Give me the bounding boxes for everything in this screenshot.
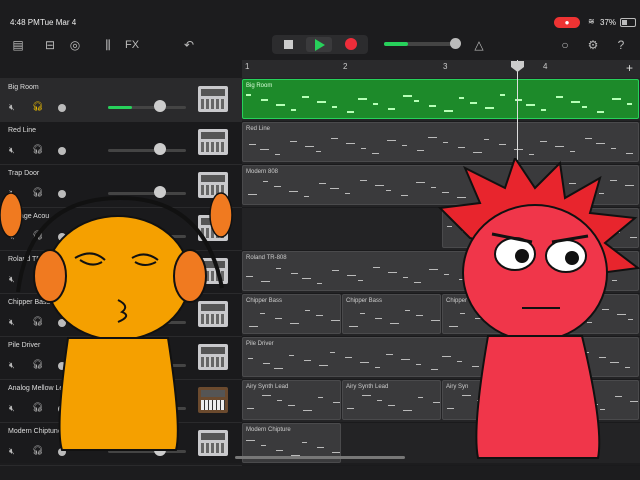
audio-region[interactable]: Red Line	[242, 122, 639, 162]
region-label: Modern Chipture	[246, 427, 291, 433]
midi-notes	[346, 395, 440, 415]
track-name: Big Room	[8, 84, 39, 91]
track-header[interactable]: Red Line 🔇︎ 🎧︎	[0, 121, 242, 165]
battery-icon	[620, 18, 636, 27]
mute-icon[interactable]: 🔇︎	[9, 145, 15, 156]
audio-region[interactable]: Airy Synth Lead	[342, 380, 441, 420]
orange-headphone-character	[0, 192, 233, 451]
solo-headphones-icon[interactable]: 🎧︎	[32, 101, 43, 112]
view-toggle-icon[interactable]: ⊟	[38, 36, 62, 54]
home-indicator	[235, 456, 405, 459]
loop-icon[interactable]: ○	[556, 36, 574, 54]
record-enable-dot[interactable]	[58, 104, 66, 112]
add-section-button[interactable]: +	[626, 61, 633, 75]
region-label: Big Room	[246, 83, 273, 89]
ruler-mark: 3	[443, 62, 448, 71]
instrument-icon[interactable]	[198, 86, 228, 112]
region-label: Modern 808	[246, 169, 279, 175]
status-time: 4:48 PM	[10, 18, 40, 27]
metronome-icon[interactable]: △	[470, 36, 488, 54]
region-label: Chipper Bass	[346, 298, 383, 304]
mute-icon[interactable]: 🔇︎	[9, 102, 15, 113]
garageband-window: 4:48 PM Tue Mar 4 ● ≋ 37% ▤ ⊟ ◎ ⫼ FX ↶ △…	[0, 0, 640, 480]
play-icon	[315, 39, 325, 51]
settings-icon[interactable]: ⚙	[584, 36, 602, 54]
track-name: Trap Door	[8, 170, 40, 177]
status-bar: 4:48 PM Tue Mar 4 ● ≋ 37%	[0, 13, 640, 33]
audio-region[interactable]: Big Room	[242, 79, 639, 119]
loop-browser-icon[interactable]: ◎	[66, 36, 84, 54]
undo-icon[interactable]: ↶	[180, 36, 198, 54]
track-lane[interactable]: Big Room	[242, 78, 640, 122]
track-header[interactable]: Big Room 🔇︎ 🎧︎	[0, 78, 242, 122]
master-volume-knob[interactable]	[450, 38, 461, 49]
battery-percent: 37%	[600, 18, 617, 27]
instrument-icon[interactable]	[198, 129, 228, 155]
solo-headphones-icon[interactable]: 🎧︎	[32, 144, 43, 155]
status-date: Tue Mar 4	[40, 18, 77, 27]
record-icon	[345, 38, 357, 50]
audio-region[interactable]: Chipper Bass	[342, 294, 441, 334]
ruler-mark: 2	[343, 62, 348, 71]
wifi-icon: ≋	[588, 17, 595, 26]
region-label: Red Line	[246, 126, 271, 132]
transport-controls	[272, 35, 368, 54]
fx-button[interactable]: FX	[122, 36, 142, 54]
midi-notes	[346, 309, 440, 329]
master-volume-slider[interactable]	[384, 42, 456, 46]
play-button[interactable]	[306, 37, 332, 52]
midi-notes	[246, 137, 635, 157]
screen-record-icon[interactable]: ●	[554, 17, 580, 28]
track-volume-knob[interactable]	[154, 143, 166, 155]
record-button[interactable]	[338, 37, 364, 52]
stop-icon	[284, 40, 293, 49]
region-label: Airy Synth Lead	[246, 384, 289, 390]
midi-notes	[246, 438, 340, 458]
record-enable-dot[interactable]	[58, 147, 66, 155]
red-spiky-character	[437, 158, 640, 459]
audio-region[interactable]: Chipper Bass	[242, 294, 341, 334]
midi-notes	[246, 309, 340, 329]
ruler-mark: 1	[245, 62, 250, 71]
track-name: Red Line	[8, 127, 37, 134]
region-label: Roland TR-808	[246, 255, 287, 261]
midi-notes	[246, 94, 635, 114]
stop-button[interactable]	[276, 37, 302, 52]
mixer-icon[interactable]: ⫼	[98, 36, 118, 54]
track-volume-slider[interactable]	[108, 106, 186, 109]
track-volume-knob[interactable]	[154, 100, 166, 112]
document-icon[interactable]: ▤	[10, 36, 26, 54]
midi-notes	[246, 395, 340, 415]
help-icon[interactable]: ?	[612, 36, 630, 54]
region-label: Chipper Bass	[246, 298, 283, 304]
region-label: Airy Synth Lead	[346, 384, 389, 390]
timeline-ruler[interactable]: 1 2 3 4	[242, 60, 640, 79]
region-label: Pile Driver	[246, 341, 274, 347]
ruler-mark: 4	[543, 62, 548, 71]
track-volume-slider[interactable]	[108, 149, 186, 152]
playhead[interactable]	[517, 60, 518, 160]
audio-region[interactable]: Airy Synth Lead	[242, 380, 341, 420]
